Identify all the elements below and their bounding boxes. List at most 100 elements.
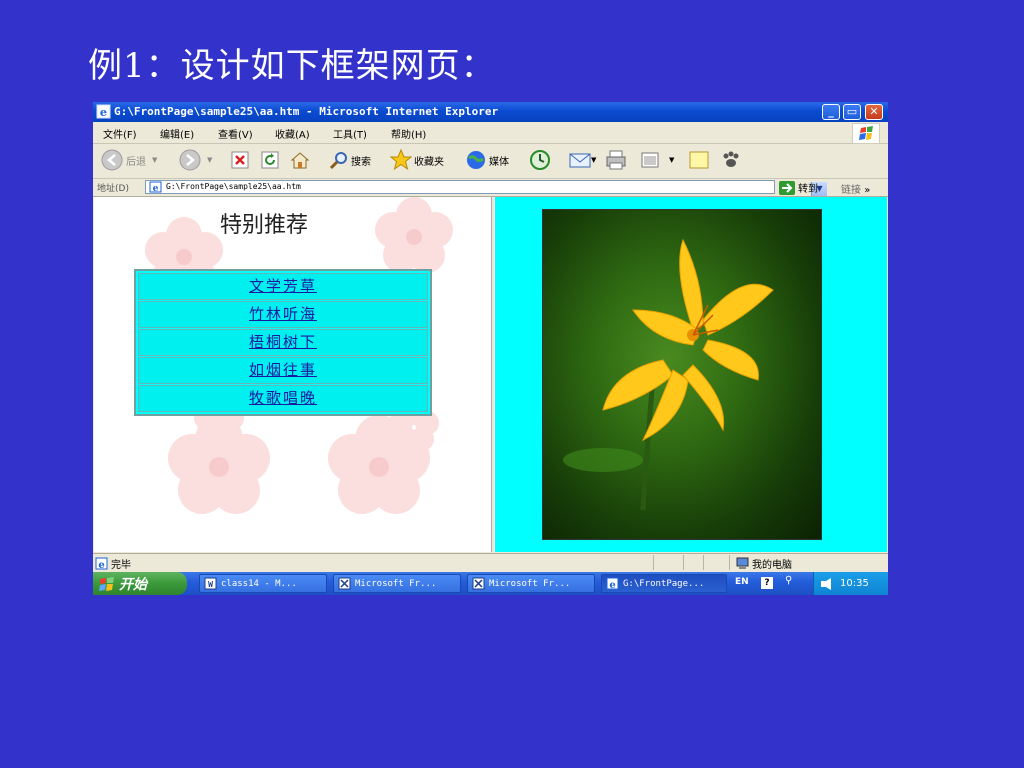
title-bar[interactable]: e G:\FrontPage\sample25\aa.htm - Microso… <box>93 102 888 122</box>
frontpage-icon <box>338 577 351 590</box>
menu-view[interactable]: 查看(V) <box>218 126 253 141</box>
favorites-label: 收藏夹 <box>414 156 444 168</box>
chevron-down-icon: ▼ <box>207 156 213 164</box>
clock[interactable]: 10:35 <box>840 578 869 589</box>
status-divider <box>683 555 684 570</box>
home-icon <box>290 152 310 169</box>
chevron-down-icon: ▼ <box>591 156 597 164</box>
menu-edit[interactable]: 编辑(E) <box>160 126 194 141</box>
standard-toolbar: 后退 ▼ ▼ 搜索 收藏夹 媒体 ▼ ▼ <box>93 144 888 179</box>
paw-icon <box>723 151 739 167</box>
nav-row: 梧桐树下 <box>138 329 428 356</box>
status-divider <box>703 555 704 570</box>
network-icon[interactable]: ⚲ <box>785 575 792 586</box>
page-icon: e <box>149 181 162 193</box>
task-button-ie[interactable]: e G:\FrontPage... <box>601 574 727 593</box>
right-frame <box>495 197 887 552</box>
menu-file[interactable]: 文件(F) <box>103 126 137 141</box>
status-divider <box>653 555 654 570</box>
restore-button[interactable]: ▭ <box>843 104 861 120</box>
history-button[interactable] <box>529 149 551 171</box>
chevron-down-icon: ▼ <box>152 156 158 164</box>
nav-link-muge[interactable]: 牧歌唱晚 <box>249 389 317 407</box>
nav-row: 文学芳草 <box>138 273 428 300</box>
links-label: 链接 <box>841 185 861 196</box>
media-globe-icon <box>467 151 485 169</box>
mail-button[interactable]: ▼ <box>569 149 596 171</box>
print-button[interactable] <box>605 149 627 171</box>
refresh-icon <box>261 151 279 169</box>
home-button[interactable] <box>290 149 310 171</box>
svg-text:e: e <box>609 580 615 590</box>
nav-row: 如烟往事 <box>138 357 428 384</box>
history-icon <box>530 150 550 170</box>
task-label: class14 - M... <box>221 578 297 589</box>
go-button[interactable]: 转到 <box>779 180 818 195</box>
search-button[interactable]: 搜索 <box>329 149 371 171</box>
links-button[interactable]: 链接 » <box>841 181 870 196</box>
forward-arrow-icon <box>179 149 201 171</box>
nav-link-ruyan[interactable]: 如烟往事 <box>249 361 317 379</box>
start-button[interactable]: 开始 <box>93 572 187 595</box>
status-divider <box>729 555 730 570</box>
task-label: G:\FrontPage... <box>623 578 705 589</box>
help-icon[interactable]: ? <box>761 577 773 589</box>
minimize-button[interactable]: _ <box>822 104 840 120</box>
go-arrow-icon <box>779 180 795 195</box>
address-input[interactable]: e G:\FrontPage\sample25\aa.htm ▼ <box>145 180 827 196</box>
address-value: G:\FrontPage\sample25\aa.htm <box>166 182 301 191</box>
start-label: 开始 <box>119 576 147 593</box>
discuss-button[interactable] <box>688 149 710 171</box>
taskbar: 开始 W class14 - M... Microsoft Fr... Micr… <box>93 572 888 595</box>
recommend-heading: 特别推荐 <box>220 213 309 238</box>
frameset: 特别推荐 文学芳草 竹林听海 梧桐树下 如烟往事 牧歌唱晚 <box>94 197 887 552</box>
windows-logo-icon <box>852 123 880 144</box>
mail-icon <box>569 153 591 168</box>
task-button-word[interactable]: W class14 - M... <box>199 574 327 593</box>
task-label: Microsoft Fr... <box>489 578 571 589</box>
window-title: G:\FrontPage\sample25\aa.htm - Microsoft… <box>114 105 499 118</box>
status-done: e 完毕 <box>95 556 131 571</box>
left-frame: 特别推荐 文学芳草 竹林听海 梧桐树下 如烟往事 牧歌唱晚 <box>94 197 491 552</box>
go-label: 转到 <box>798 184 818 195</box>
menu-tools[interactable]: 工具(T) <box>333 126 367 141</box>
task-button-frontpage-2[interactable]: Microsoft Fr... <box>467 574 595 593</box>
printer-icon <box>606 150 626 170</box>
frontpage-icon <box>472 577 485 590</box>
nav-row: 牧歌唱晚 <box>138 385 428 412</box>
nav-row: 竹林听海 <box>138 301 428 328</box>
back-button[interactable]: 后退 ▼ <box>101 149 157 171</box>
menu-help[interactable]: 帮助(H) <box>391 126 426 141</box>
lily-photo <box>542 209 822 540</box>
edit-button[interactable]: ▼ <box>641 149 674 171</box>
svg-text:e: e <box>153 184 159 193</box>
search-label: 搜索 <box>351 156 371 168</box>
nav-link-zhulin[interactable]: 竹林听海 <box>249 305 317 323</box>
ie-task-icon: e <box>606 577 619 590</box>
word-doc-icon: W <box>204 577 217 590</box>
ie-icon: e <box>96 104 111 119</box>
svg-text:e: e <box>100 105 107 119</box>
address-label: 地址(D) <box>97 184 129 194</box>
refresh-button[interactable] <box>261 149 279 171</box>
nav-link-wenxue[interactable]: 文学芳草 <box>249 277 317 295</box>
task-button-frontpage-1[interactable]: Microsoft Fr... <box>333 574 461 593</box>
menu-favorites[interactable]: 收藏(A) <box>275 126 310 141</box>
slide-title: 例1：设计如下框架网页： <box>88 46 496 86</box>
nav-link-table: 文学芳草 竹林听海 梧桐树下 如烟往事 牧歌唱晚 <box>134 269 432 416</box>
media-button[interactable]: 媒体 <box>465 149 509 171</box>
media-label: 媒体 <box>489 156 509 168</box>
page-done-icon: e <box>95 557 108 570</box>
status-bar: e 完毕 我的电脑 <box>93 553 888 572</box>
language-indicator[interactable]: EN <box>735 577 749 587</box>
favorites-button[interactable]: 收藏夹 <box>390 149 444 171</box>
forward-button[interactable]: ▼ <box>179 149 212 171</box>
close-button[interactable]: ✕ <box>865 104 883 120</box>
chevron-down-icon: ▼ <box>669 156 675 164</box>
address-bar: 地址(D) e G:\FrontPage\sample25\aa.htm ▼ 转… <box>93 179 888 197</box>
star-icon <box>390 149 412 171</box>
stop-button[interactable] <box>231 149 249 171</box>
task-label: Microsoft Fr... <box>355 578 437 589</box>
messenger-button[interactable] <box>720 149 742 171</box>
nav-link-wutong[interactable]: 梧桐树下 <box>249 333 317 351</box>
